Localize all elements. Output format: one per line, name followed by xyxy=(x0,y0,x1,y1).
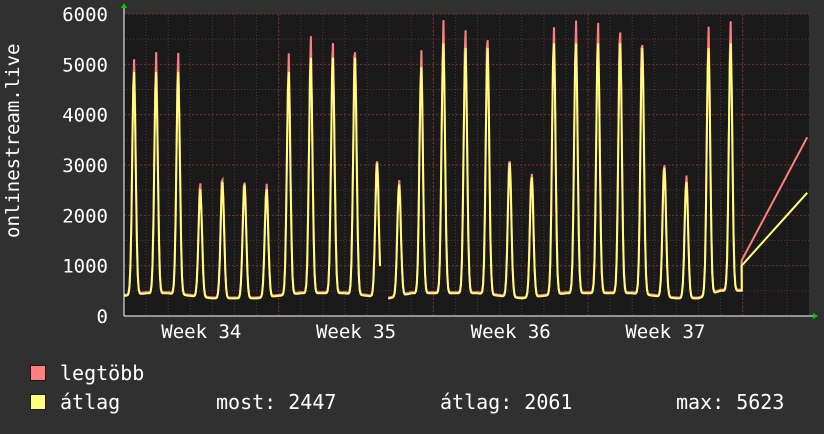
chart: 0 1000 2000 3000 4000 5000 6000 Week 34 Week 35 W… xyxy=(0,0,824,430)
y-tick-label: 6000 xyxy=(62,4,108,26)
stat-max: max: 5623 xyxy=(676,390,785,414)
legend-label-max: legtöbb xyxy=(60,361,145,385)
legend-label-avg: átlag xyxy=(60,390,121,414)
y-tick-label: 2000 xyxy=(62,205,108,227)
stat-now: most: 2447 xyxy=(216,390,337,414)
legend-swatch-max xyxy=(30,365,46,381)
y-tick-label: 4000 xyxy=(62,105,108,127)
stat-avg: átlag: 2061 xyxy=(440,390,573,414)
x-tick-label: Week 36 xyxy=(471,321,551,343)
y-tick-label: 0 xyxy=(97,306,108,328)
x-tick-label: Week 34 xyxy=(161,321,241,343)
y-axis-arrow xyxy=(121,3,127,8)
legend-item-avg: átlag xyxy=(30,390,121,414)
legend-item-max: legtöbb xyxy=(30,361,145,385)
legend-swatch-avg xyxy=(30,394,46,410)
x-tick-label: Week 35 xyxy=(316,321,396,343)
x-axis-arrow xyxy=(813,313,818,319)
x-tick-label: Week 37 xyxy=(625,321,705,343)
y-tick-label: 3000 xyxy=(62,155,108,177)
y-tick-label: 1000 xyxy=(62,256,108,278)
y-tick-label: 5000 xyxy=(62,54,108,76)
y-axis-label: onlinestream.live xyxy=(2,43,24,238)
